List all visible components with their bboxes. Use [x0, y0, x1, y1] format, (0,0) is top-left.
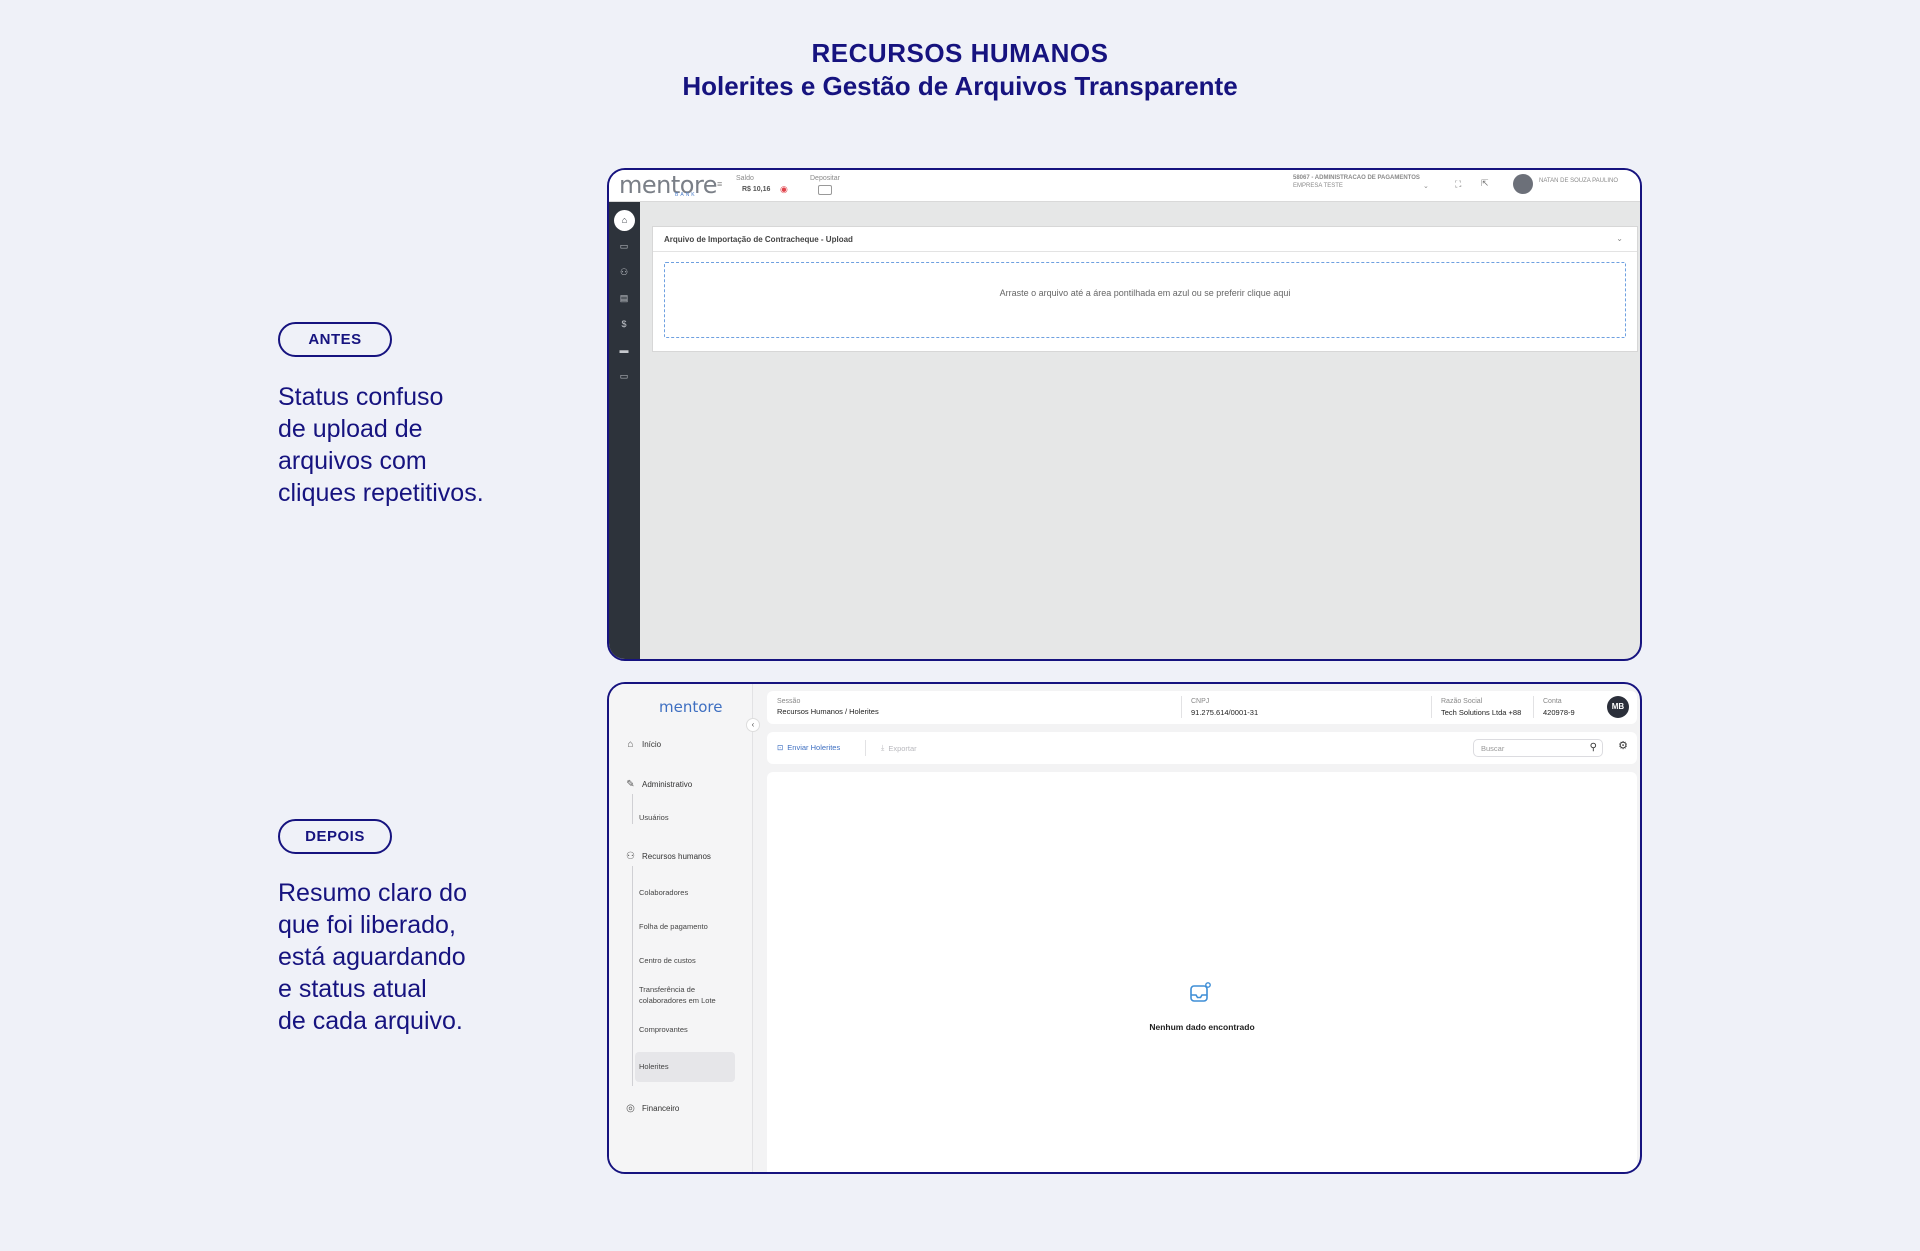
after-sidebar: mentore ⌂ Início ✎ Administrativo Usuários… [609, 684, 753, 1172]
nav-folha[interactable]: Folha de pagamento [639, 921, 708, 932]
before-logo: mentore [619, 171, 718, 199]
depositar-label: Depositar [810, 175, 840, 182]
finance-icon: ◎ [626, 1103, 635, 1114]
conta-label: Conta [1543, 698, 1562, 705]
home-icon[interactable]: ⌂ [614, 210, 635, 231]
before-logo-sub: BANK [675, 192, 697, 198]
razao-value: Tech Solutions Ltda +88 [1441, 708, 1522, 717]
nav-transferencia[interactable]: Transferência de colaboradores em Lote [639, 984, 716, 1006]
before-topbar: mentore BANK ≡ Saldo R$ 10,16 ◉ Deposita… [609, 170, 1640, 202]
user-name[interactable]: NATAN DE SOUZA PAULINO [1539, 178, 1618, 184]
search-icon[interactable]: ⚲ [1590, 742, 1597, 753]
menu-icon[interactable]: ≡ [717, 179, 722, 189]
after-toolbar: ⊡ Enviar Holerites ⤓ Exportar Buscar ⚲ ⚙ [767, 732, 1637, 764]
expand-icon[interactable]: ⛶ [1455, 179, 1461, 190]
before-screenshot: mentore BANK ≡ Saldo R$ 10,16 ◉ Deposita… [607, 168, 1642, 661]
page-title: RECURSOS HUMANOS [811, 38, 1109, 68]
nav-administrativo[interactable]: ✎ Administrativo [625, 779, 692, 790]
search-placeholder: Buscar [1481, 744, 1505, 753]
search-input[interactable]: Buscar ⚲ [1473, 739, 1603, 757]
exportar-button[interactable]: ⤓ Exportar [881, 743, 917, 753]
after-description: Resumo claro do que foi liberado, está a… [278, 879, 467, 1035]
nav-recursos-humanos[interactable]: ⚇ Recursos humanos [625, 851, 711, 862]
empty-state-message: Nenhum dado encontrado [1149, 1022, 1255, 1032]
cnpj-label: CNPJ [1191, 698, 1210, 705]
nav-comprovantes[interactable]: Comprovantes [639, 1024, 688, 1035]
wrench-icon: ✎ [626, 779, 635, 790]
cnpj-value: 91.275.614/0001-31 [1191, 708, 1259, 717]
saldo-value: R$ 10,16 [742, 186, 771, 193]
chevron-down-icon[interactable]: ⌄ [1423, 182, 1429, 190]
eye-icon[interactable]: ◉ [780, 184, 788, 195]
company-line2: EMPRESA TESTE [1293, 183, 1343, 189]
nav-label: Administrativo [642, 780, 693, 789]
nav-label: Início [642, 740, 662, 749]
collapse-sidebar-icon[interactable]: ‹ [746, 718, 760, 732]
users-icon[interactable]: ⚇ [618, 266, 630, 278]
sessao-label: Sessão [777, 698, 801, 705]
home-icon: ⌂ [627, 739, 634, 750]
nav-centro-custos[interactable]: Centro de custos [639, 955, 696, 966]
nav-label: Financeiro [642, 1104, 680, 1113]
holerites-content: Nenhum dado encontrado [767, 772, 1637, 1172]
divider [1181, 696, 1182, 718]
nav-branch-line [632, 794, 633, 824]
divider [653, 251, 1637, 252]
page-subtitle: Holerites e Gestão de Arquivos Transpare… [682, 71, 1238, 101]
exportar-label: Exportar [888, 743, 917, 753]
empty-inbox-icon [1190, 982, 1211, 1002]
logout-icon[interactable]: ⇱ [1481, 178, 1489, 189]
sessao-value: Recursos Humanos / Holerites [777, 707, 879, 716]
upload-card: Arquivo de Importação de Contracheque - … [652, 226, 1638, 352]
company-line1[interactable]: 58067 - ADMINISTRACAO DE PAGAMENTOS [1293, 175, 1420, 181]
nav-inicio[interactable]: ⌂ Início [625, 739, 661, 750]
nav-label: Recursos humanos [642, 852, 711, 861]
card-icon[interactable]: ▬ [618, 344, 630, 356]
after-header: Sessão Recursos Humanos / Holerites CNPJ… [767, 691, 1637, 724]
dollar-icon[interactable]: $ [618, 318, 630, 330]
enviar-label: Enviar Holerites [787, 743, 841, 752]
after-pill: DEPOIS [278, 819, 392, 854]
razao-label: Razão Social [1441, 698, 1483, 705]
divider [1431, 696, 1432, 718]
user-avatar[interactable] [1513, 174, 1533, 194]
after-screenshot: mentore ⌂ Início ✎ Administrativo Usuários… [607, 682, 1642, 1174]
collapse-icon[interactable]: ⌄ [1616, 234, 1623, 243]
avatar[interactable]: MB [1607, 696, 1629, 718]
dropzone-text: Arraste o arquivo até a área pontilhada … [999, 288, 1291, 298]
laptop-icon[interactable]: ▭ [618, 370, 630, 382]
money-icon[interactable]: ▭ [618, 240, 630, 252]
nav-usuarios[interactable]: Usuários [639, 812, 669, 823]
people-icon: ⚇ [626, 851, 635, 862]
upload-card-title: Arquivo de Importação de Contracheque - … [664, 235, 853, 244]
deposit-icon[interactable] [818, 185, 832, 195]
before-sidebar: ⌂ ▭ ⚇ ▤ $ ▬ ▭ [609, 202, 640, 659]
nav-financeiro[interactable]: ◎ Financeiro [625, 1103, 679, 1114]
download-icon: ⤓ [881, 743, 885, 752]
before-pill: ANTES [278, 322, 392, 357]
after-logo: mentore [659, 698, 723, 716]
upload-dropzone[interactable]: Arraste o arquivo até a área pontilhada … [664, 262, 1626, 338]
before-description: Status confuso de upload de arquivos com… [278, 383, 484, 507]
conta-value: 420978-9 [1543, 708, 1575, 717]
nav-colaboradores[interactable]: Colaboradores [639, 887, 688, 898]
enviar-holerites-button[interactable]: ⊡ Enviar Holerites [777, 743, 840, 752]
divider [865, 740, 866, 756]
upload-icon: ⊡ [777, 743, 784, 752]
nav-holerites[interactable]: Holerites [639, 1061, 669, 1072]
filter-icon[interactable]: ⚙ [1618, 739, 1628, 752]
saldo-label: Saldo [736, 175, 754, 182]
document-icon[interactable]: ▤ [618, 292, 630, 304]
nav-branch-line [632, 866, 633, 1086]
divider [1533, 696, 1534, 718]
